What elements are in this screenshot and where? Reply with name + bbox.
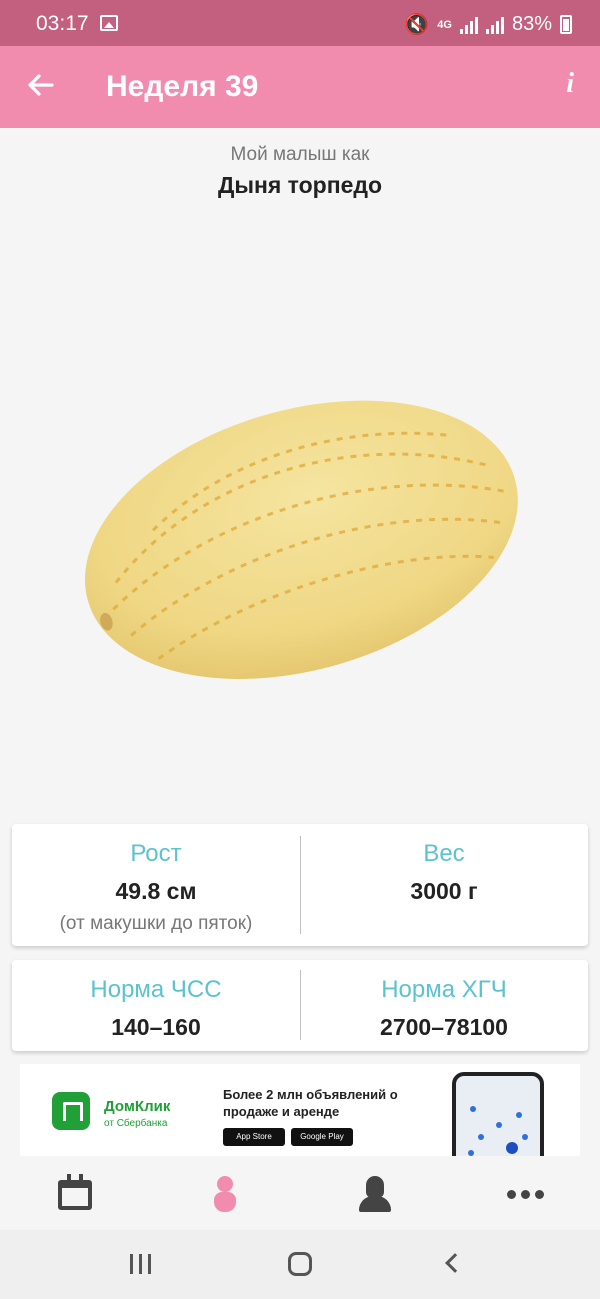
status-icons: 🔇 4G 83% — [404, 12, 572, 37]
hcg-value: 2700–78100 — [380, 1014, 508, 1040]
network-type: 4G — [437, 18, 452, 31]
page-title: Неделя 39 — [106, 70, 259, 103]
home-button[interactable] — [288, 1252, 312, 1276]
norms-card: Норма ЧСС 140–160 Норма ХГЧ 2700–78100 — [12, 960, 588, 1051]
baby-icon-body — [214, 1192, 236, 1212]
user-icon-body — [359, 1196, 391, 1212]
ad-banner[interactable]: ДомКлик от Сбербанка Более 2 млн объявле… — [20, 1064, 580, 1156]
weight-label: Вес — [423, 840, 465, 867]
system-nav-bar — [0, 1230, 600, 1299]
baby-size-caption: Мой малыш как Дыня торпедо — [0, 144, 600, 199]
baby-icon — [217, 1176, 233, 1192]
hcg-label: Норма ХГЧ — [381, 976, 507, 1003]
growth-card: Рост 49.8 см (от макушки до пяток) Вес 3… — [12, 824, 588, 946]
heart-rate-value: 140–160 — [111, 1014, 201, 1040]
ad-brand-sub: от Сбербанка — [104, 1118, 168, 1129]
melon-image — [84, 400, 518, 679]
signal-icon — [459, 16, 478, 34]
heart-rate-label: Норма ЧСС — [90, 976, 222, 1003]
nav-profile[interactable] — [355, 1174, 395, 1214]
nav-baby[interactable] — [205, 1174, 245, 1214]
weight-stat: Вес 3000 г — [300, 840, 588, 905]
height-label: Рост — [130, 840, 182, 867]
nav-calendar[interactable] — [55, 1174, 95, 1214]
heart-rate-stat: Норма ЧСС 140–160 — [12, 976, 300, 1041]
baby-size-subtitle: Мой малыш как — [230, 144, 370, 165]
hcg-stat: Норма ХГЧ 2700–78100 — [300, 976, 588, 1041]
phone-mockup-image — [452, 1072, 544, 1156]
user-icon — [366, 1176, 384, 1198]
height-note: (от макушки до пяток) — [59, 913, 253, 934]
battery-level: 83% — [511, 13, 552, 35]
ad-text: Более 2 млн объявлений о продаже и аренд… — [223, 1087, 398, 1119]
height-value: 49.8 см — [115, 878, 197, 904]
more-icon — [505, 1174, 545, 1199]
system-back-button[interactable] — [445, 1253, 465, 1273]
arrow-left-icon — [28, 74, 54, 96]
baby-size-fruit-name: Дыня торпедо — [217, 172, 383, 198]
ad-brand: ДомКлик — [104, 1098, 171, 1115]
mute-icon: 🔇 — [404, 14, 430, 36]
nav-more[interactable] — [505, 1174, 545, 1214]
battery-icon — [560, 15, 572, 34]
gallery-notification-icon — [100, 15, 118, 31]
info-button[interactable]: i — [566, 68, 574, 100]
weight-value: 3000 г — [410, 878, 478, 904]
status-bar: 03:17 🔇 4G 83% — [0, 0, 600, 46]
app-store-badge[interactable]: App Store — [223, 1128, 285, 1146]
domclick-logo-icon — [52, 1092, 90, 1130]
bottom-nav — [0, 1158, 600, 1230]
height-stat: Рост 49.8 см (от макушки до пяток) — [12, 840, 300, 935]
status-time: 03:17 — [36, 12, 89, 35]
app-bar: Неделя 39 i — [0, 46, 600, 128]
recent-apps-button[interactable] — [130, 1254, 151, 1274]
back-button[interactable] — [24, 68, 58, 102]
calendar-icon — [58, 1174, 92, 1210]
signal-icon-2 — [485, 16, 504, 34]
google-play-badge[interactable]: Google Play — [291, 1128, 353, 1146]
